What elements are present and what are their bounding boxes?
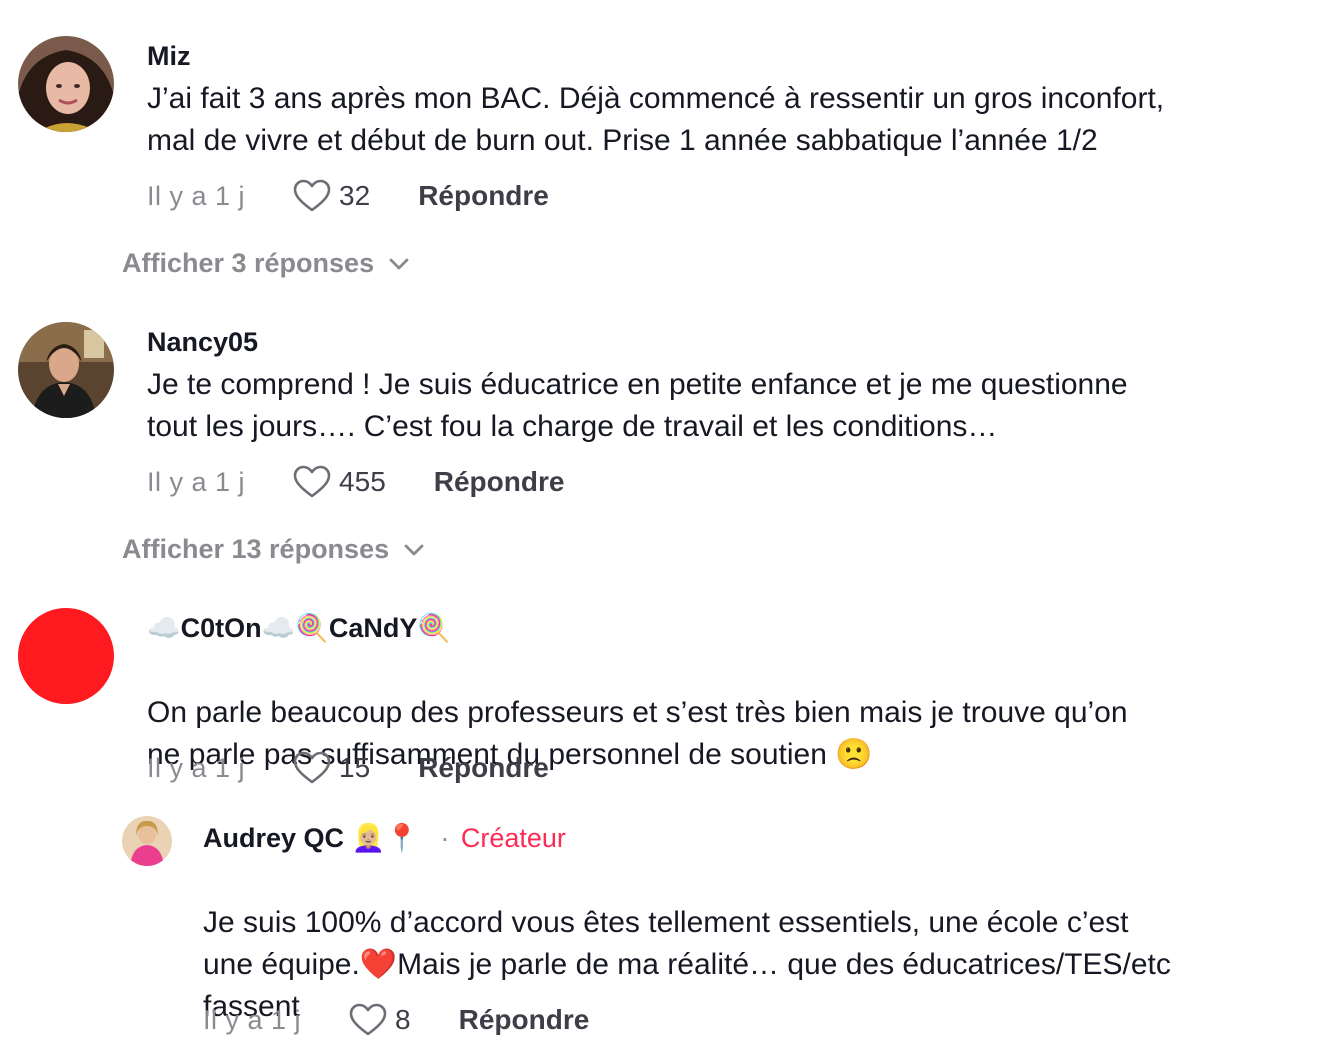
comment-meta: Il y a 1 j 32 Répondre [147, 178, 549, 214]
separator-dot: · [440, 823, 450, 853]
like-button[interactable]: 32 [293, 179, 370, 213]
creator-badge: Créateur [460, 823, 566, 853]
chevron-down-icon [404, 544, 424, 555]
reply-meta: Il y a 1 j 8 Répondre [203, 1002, 589, 1038]
comments-panel: Miz J’ai fait 3 ans après mon BAC. Déjà … [0, 0, 1342, 1050]
slightly-frowning-face-emoji: 🙁 [835, 737, 873, 772]
comment-username[interactable]: Miz [147, 40, 191, 72]
like-count: 8 [395, 1004, 411, 1035]
username-emojis: 👱🏼‍♀️📍 [351, 823, 419, 854]
heart-outline-icon [293, 465, 331, 498]
view-replies-button[interactable]: Afficher 3 réponses [122, 248, 410, 279]
avatar-audrey-qc[interactable] [122, 816, 172, 866]
avatar-nancy05[interactable] [18, 322, 114, 418]
lollipop-emoji: 🍭 [417, 613, 452, 644]
like-button[interactable]: 8 [349, 1003, 411, 1037]
reply-username-row: Audrey QC 👱🏼‍♀️📍 · Créateur [203, 822, 566, 855]
comment-username[interactable]: Nancy05 [147, 326, 258, 358]
reply-button[interactable]: Répondre [434, 466, 565, 498]
heart-outline-icon [349, 1003, 387, 1036]
cloud-emoji: ☁️ [147, 613, 181, 644]
comment-meta: Il y a 1 j 15 Répondre [147, 750, 549, 786]
avatar-miz[interactable] [18, 36, 114, 132]
like-count: 15 [339, 752, 371, 783]
red-heart-emoji: ❤️ [359, 947, 398, 982]
username-part: C0tOn [180, 613, 262, 643]
username-part: CaNdY [328, 613, 418, 643]
avatar-cotton-candy[interactable] [18, 608, 114, 704]
comment-text: Je te comprend ! Je suis éducatrice en p… [147, 368, 1128, 443]
comment-time: Il y a 1 j [147, 180, 246, 211]
like-count: 455 [339, 466, 386, 497]
heart-outline-icon [293, 179, 331, 212]
cloud-emoji: ☁️ [261, 613, 296, 644]
reply-button[interactable]: Répondre [459, 1004, 590, 1036]
like-button[interactable]: 15 [293, 751, 370, 785]
comment-time: Il y a 1 j [147, 752, 246, 783]
reply-username[interactable]: Audrey QC [203, 823, 344, 853]
heart-outline-icon [293, 751, 331, 784]
view-replies-label: Afficher 13 réponses [122, 534, 390, 564]
chevron-down-icon [389, 258, 409, 269]
view-replies-label: Afficher 3 réponses [122, 248, 375, 278]
like-count: 32 [339, 180, 371, 211]
reply-button[interactable]: Répondre [418, 180, 549, 212]
comment-username[interactable]: ☁️C0tOn☁️🍭CaNdY🍭 [147, 612, 451, 645]
reply-button[interactable]: Répondre [418, 752, 549, 784]
reply-time: Il y a 1 j [203, 1004, 302, 1035]
comment-time: Il y a 1 j [147, 466, 246, 497]
lollipop-emoji: 🍭 [295, 613, 329, 644]
comment-meta: Il y a 1 j 455 Répondre [147, 464, 564, 500]
view-replies-button[interactable]: Afficher 13 réponses [122, 534, 425, 565]
like-button[interactable]: 455 [293, 465, 386, 499]
comment-text: J’ai fait 3 ans après mon BAC. Déjà comm… [147, 82, 1165, 157]
